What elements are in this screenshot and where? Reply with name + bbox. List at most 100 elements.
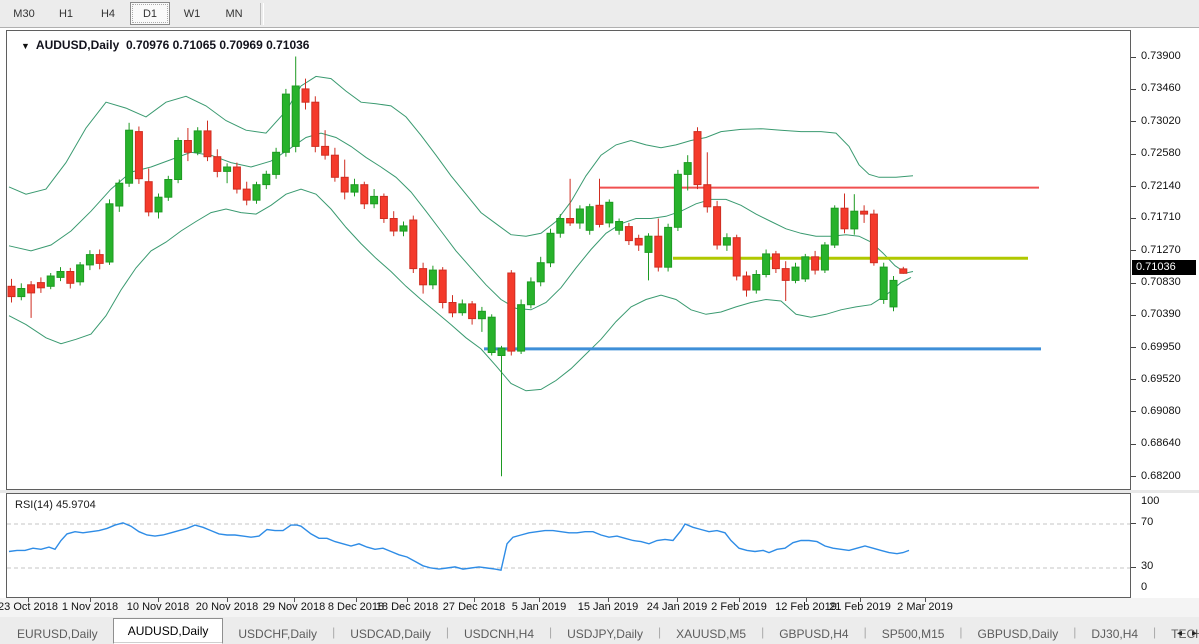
timeframe-button-h4[interactable]: H4	[88, 2, 128, 25]
candle-body	[478, 311, 485, 318]
timeframe-button-d1[interactable]: D1	[130, 2, 170, 25]
candle-body	[606, 202, 613, 223]
tab-usdjpy-daily[interactable]: USDJPY,Daily	[552, 622, 658, 644]
candle-body	[322, 146, 329, 155]
rsi-axis[interactable]: 10070300	[1131, 493, 1199, 598]
candle-body	[145, 182, 152, 212]
rsi-indicator-panel: RSI(14) 45.9704	[6, 493, 1131, 598]
candle-body	[126, 130, 133, 183]
candle-body	[851, 211, 858, 229]
price-axis-tick	[1131, 154, 1136, 155]
tab-usdcad-daily[interactable]: USDCAD,Daily	[335, 622, 446, 644]
candle-body	[224, 167, 231, 171]
candle-body	[184, 141, 191, 153]
candle-body	[351, 185, 358, 192]
candle-body	[106, 204, 113, 262]
tab-xauusd-m5[interactable]: XAUUSD,M5	[661, 622, 761, 644]
date-axis[interactable]: 23 Oct 20181 Nov 201810 Nov 201820 Nov 2…	[0, 598, 1199, 618]
price-axis-tick	[1131, 250, 1136, 251]
candle-body	[674, 174, 681, 227]
candle-body	[537, 263, 544, 282]
price-axis-tick	[1131, 218, 1136, 219]
candle-body	[772, 254, 779, 269]
timeframe-button-mn[interactable]: MN	[214, 2, 254, 25]
candle-body	[665, 227, 672, 267]
chart-ohlc-values: 0.70976 0.71065 0.70969 0.71036	[126, 38, 310, 52]
candle-body	[625, 227, 632, 241]
candle-body	[488, 317, 495, 352]
candles	[8, 57, 907, 477]
date-axis-label: 5 Jan 2019	[512, 601, 566, 613]
candle-body	[861, 211, 868, 214]
candle-body	[782, 269, 789, 281]
date-axis-label: 18 Dec 2018	[376, 601, 438, 613]
price-axis-label: 0.73460	[1141, 82, 1181, 94]
tab-usdcnh-h4[interactable]: USDCNH,H4	[449, 622, 549, 644]
candle-body	[341, 177, 348, 192]
date-axis-label: 29 Nov 2018	[263, 601, 325, 613]
candle-body	[390, 219, 397, 232]
candle-body	[635, 238, 642, 245]
tab-audusd-daily[interactable]: AUDUSD,Daily	[113, 618, 224, 644]
candle-body	[498, 348, 505, 355]
date-axis-label: 27 Dec 2018	[443, 601, 505, 613]
trading-app-window: M30H1H4D1W1MN ▼AUDUSD,Daily 0.70976 0.71…	[0, 0, 1199, 644]
candle-body	[243, 189, 250, 200]
price-axis-tick	[1131, 444, 1136, 445]
candle-body	[449, 303, 456, 313]
tab-usdchf-daily[interactable]: USDCHF,Daily	[223, 622, 332, 644]
rsi-axis-tick	[1131, 523, 1136, 524]
candle-body	[214, 157, 221, 172]
price-axis-tick	[1131, 379, 1136, 380]
timeframe-button-w1[interactable]: W1	[172, 2, 212, 25]
candle-body	[8, 286, 15, 296]
candle-body	[596, 205, 603, 224]
date-axis-label: 24 Jan 2019	[647, 601, 708, 613]
candle-body	[380, 196, 387, 218]
candle-body	[57, 272, 64, 278]
candle-body	[282, 94, 289, 152]
price-axis-tick	[1131, 347, 1136, 348]
date-axis-label: 21 Feb 2019	[829, 601, 891, 613]
candle-body	[273, 152, 280, 174]
candle-body	[361, 185, 368, 204]
candle-body	[165, 180, 172, 198]
candle-body	[77, 265, 84, 282]
tab-eurusd-daily[interactable]: EURUSD,Daily	[2, 622, 113, 644]
candle-body	[890, 280, 897, 307]
price-axis-label: 0.69520	[1141, 373, 1181, 385]
tab-scroll-left-icon[interactable]: ◂	[1177, 628, 1182, 639]
tab-gbpusd-h4[interactable]: GBPUSD,H4	[764, 622, 863, 644]
date-axis-label: 20 Nov 2018	[196, 601, 258, 613]
candle-body	[586, 207, 593, 231]
price-axis-label: 0.73020	[1141, 115, 1181, 127]
candle-body	[616, 222, 623, 231]
candle-body	[331, 155, 338, 177]
candle-body	[302, 89, 309, 102]
candle-body	[723, 238, 730, 245]
rsi-axis-label: 100	[1141, 495, 1159, 507]
candle-body	[576, 209, 583, 223]
candle-body	[792, 267, 799, 280]
price-axis-label: 0.69080	[1141, 405, 1181, 417]
bollinger-middle-line	[9, 133, 913, 310]
price-axis-tick	[1131, 283, 1136, 284]
tab-scroll-right-icon[interactable]: ▸	[1192, 628, 1197, 639]
tab-gbpusd-daily[interactable]: GBPUSD,Daily	[963, 622, 1074, 644]
chart-title: ▼AUDUSD,Daily 0.70976 0.71065 0.70969 0.…	[21, 38, 309, 52]
price-axis-label: 0.68200	[1141, 470, 1181, 482]
tab-sp500-m15[interactable]: SP500,M15	[867, 622, 960, 644]
timeframe-button-m30[interactable]: M30	[4, 2, 44, 25]
candle-body	[67, 272, 74, 284]
candle-body	[194, 131, 201, 152]
timeframe-button-h1[interactable]: H1	[46, 2, 86, 25]
candle-body	[645, 236, 652, 252]
candle-body	[870, 214, 877, 263]
rsi-line	[9, 523, 909, 570]
tab-dj30-h4[interactable]: DJ30,H4	[1076, 622, 1153, 644]
price-chart-panel: ▼AUDUSD,Daily 0.70976 0.71065 0.70969 0.…	[6, 30, 1131, 490]
candle-body	[802, 257, 809, 279]
candle-body	[704, 185, 711, 207]
candle-body	[900, 269, 907, 273]
symbol-dropdown-icon[interactable]: ▼	[21, 41, 30, 51]
